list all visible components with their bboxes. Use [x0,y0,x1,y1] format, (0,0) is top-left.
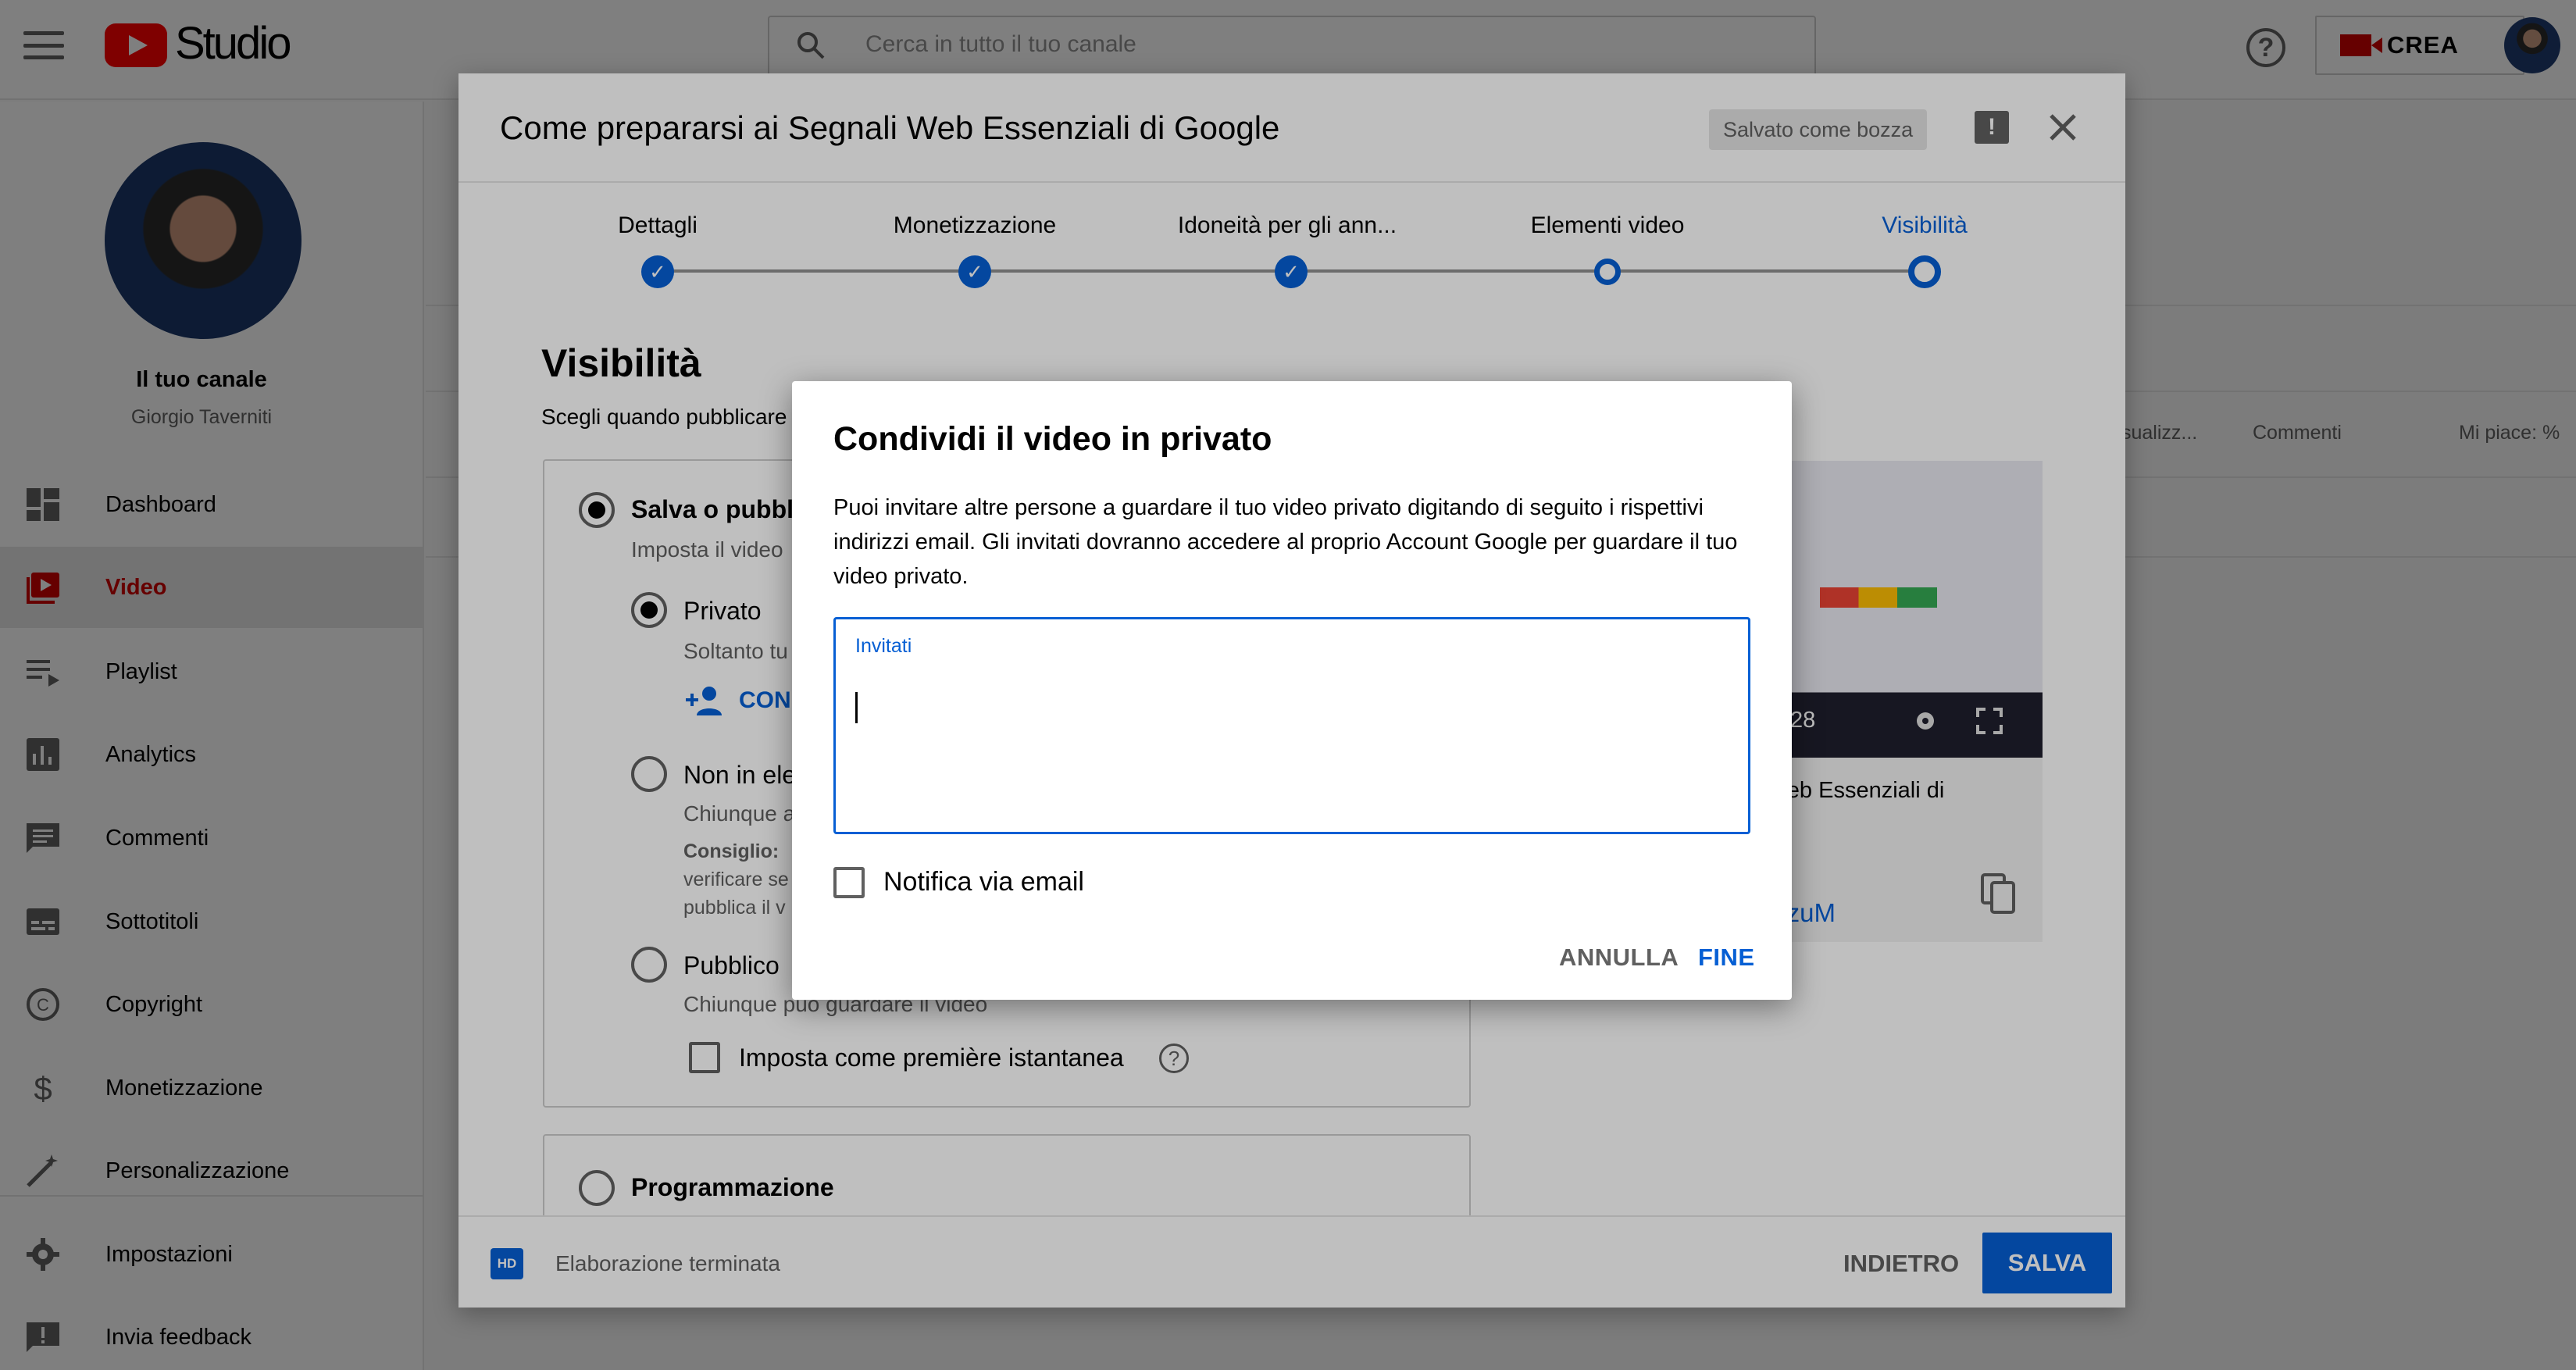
invitees-field[interactable] [833,617,1750,834]
text-cursor [855,692,858,723]
cancel-button[interactable]: ANNULLA [1559,944,1679,972]
invitees-label: Invitati [855,635,912,657]
done-button[interactable]: FINE [1698,944,1755,972]
share-dialog-title: Condividi il video in privato [833,420,1272,458]
email-notify-checkbox[interactable] [833,867,865,898]
share-dialog-description: Puoi invitare altre persone a guardare i… [833,495,1738,589]
email-notify-label[interactable]: Notifica via email [883,867,1084,897]
